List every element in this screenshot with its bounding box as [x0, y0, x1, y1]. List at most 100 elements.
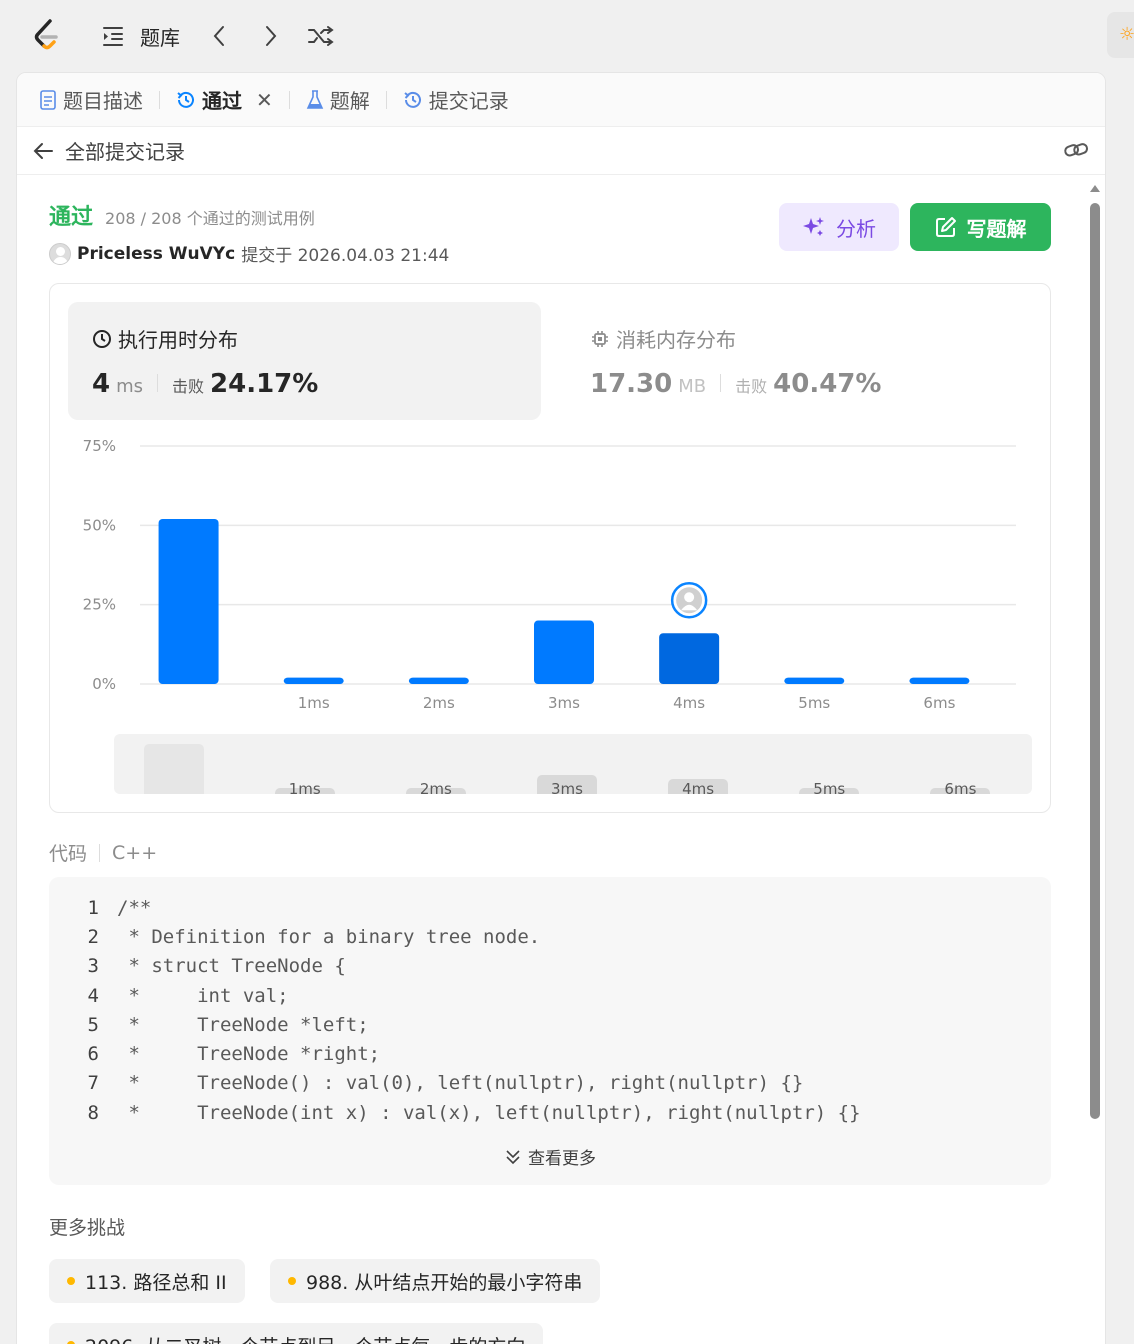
- runtime-distribution-chart[interactable]: 0% 25% 50% 75% 1ms 2ms 3ms 4ms 5ms 6ms: [66, 424, 1036, 724]
- tab-description[interactable]: 题目描述: [35, 73, 147, 127]
- avatar[interactable]: [49, 242, 71, 265]
- line-number: 1: [87, 896, 99, 919]
- top-navbar: 题库 ☼: [0, 0, 1134, 72]
- scrollbar[interactable]: [1088, 181, 1102, 1344]
- line-number: 2: [87, 925, 99, 948]
- code-line: 2 * Definition for a binary tree node.: [49, 922, 1051, 951]
- chart-bar[interactable]: [158, 518, 219, 684]
- copy-link-button[interactable]: [1063, 139, 1089, 165]
- code-line: 3 * struct TreeNode {: [49, 952, 1051, 981]
- write-solution-button[interactable]: 写题解: [910, 203, 1051, 251]
- code-language: C++: [112, 841, 158, 864]
- challenge-chip[interactable]: 988. 从叶结点开始的最小字符串: [270, 1259, 601, 1303]
- runtime-beat-label: 击败: [172, 377, 205, 396]
- stat-divider: [157, 374, 159, 392]
- tab-bar: 题目描述 通过 ✕ 题解 提交记录: [17, 73, 1105, 127]
- challenge-label: 113. 路径总和 II: [85, 1271, 227, 1294]
- history-icon: [404, 91, 421, 108]
- see-more-label: 查看更多: [528, 1149, 596, 1169]
- clock-icon: [93, 329, 111, 348]
- chart-bar[interactable]: [408, 677, 469, 684]
- memory-title: 消耗内存分布: [616, 328, 736, 352]
- challenge-label: 2096. 从二叉树一个节点到另一个节点每一步的方向: [85, 1332, 525, 1344]
- memory-value: 17.30: [590, 369, 673, 399]
- scroll-up-arrow[interactable]: [1090, 185, 1100, 192]
- testcases-passed: 208 / 208 个通过的测试用例: [105, 209, 315, 228]
- lightbulb-icon: ☼: [1119, 24, 1134, 45]
- overview-label: 1ms: [288, 780, 321, 798]
- chart-bar[interactable]: [534, 620, 594, 684]
- tab-divider: [288, 90, 290, 109]
- flask-icon: [306, 89, 324, 109]
- all-submissions-title: 全部提交记录: [65, 140, 185, 164]
- leetcode-logo[interactable]: [30, 18, 64, 54]
- runtime-title-row: 执行用时分布: [92, 324, 517, 353]
- scrollbar-thumb[interactable]: [1090, 203, 1100, 1119]
- runtime-card[interactable]: 执行用时分布 4 ms 击败 24.17%: [68, 302, 541, 420]
- chart-range-overview[interactable]: 1ms 2ms 3ms 4ms 5ms 6ms: [114, 734, 1032, 798]
- analyze-label: 分析: [836, 216, 876, 241]
- author-name[interactable]: Priceless WuVYc: [77, 244, 235, 264]
- difficulty-dot: [288, 1277, 296, 1285]
- code-line: 1 /**: [49, 893, 1051, 922]
- side-panel-toggle[interactable]: ☼: [1107, 12, 1134, 58]
- chevron-right-icon: [266, 26, 277, 46]
- code-text: * struct TreeNode {: [117, 955, 346, 978]
- random-problem-button[interactable]: [306, 22, 336, 50]
- prev-problem-button[interactable]: [206, 22, 232, 50]
- code-line: 7 * TreeNode() : val(0), left(nullptr), …: [49, 1069, 1051, 1098]
- code-text: * TreeNode *left;: [117, 1013, 369, 1036]
- code-block[interactable]: 1 /** 2 * Definition for a binary tree nod…: [49, 877, 1051, 1185]
- back-button[interactable]: [29, 137, 57, 165]
- chart-bar[interactable]: [659, 633, 720, 684]
- memory-unit: MB: [678, 376, 707, 397]
- chart-bar[interactable]: [784, 677, 845, 684]
- tab-submissions[interactable]: 提交记录: [399, 73, 513, 127]
- analyze-button[interactable]: 分析: [779, 203, 899, 251]
- double-chevron-down-icon: [506, 1149, 520, 1164]
- line-number: 5: [87, 1013, 99, 1036]
- memory-beat-label: 击败: [735, 377, 768, 396]
- code-divider: [99, 843, 101, 862]
- problem-bank-title[interactable]: 题库: [140, 22, 180, 51]
- next-problem-button[interactable]: [258, 22, 284, 50]
- chart-bar[interactable]: [909, 677, 970, 684]
- code-line: 6 * TreeNode *right;: [49, 1039, 1051, 1068]
- overview-label: 6ms: [944, 780, 977, 798]
- author-row: Priceless WuVYc 提交于 2026.04.03 21:44: [49, 241, 1051, 266]
- code-lines: 1 /** 2 * Definition for a binary tree nod…: [49, 893, 1051, 1127]
- memory-title-row: 消耗内存分布: [590, 324, 1015, 353]
- runtime-values: 4 ms 击败 24.17%: [92, 369, 517, 399]
- y-tick-label: 0%: [92, 675, 116, 693]
- see-more-button[interactable]: 查看更多: [49, 1144, 1051, 1169]
- runtime-unit: ms: [116, 376, 144, 397]
- sparkle-icon: [803, 217, 824, 236]
- x-tick-label: 2ms: [423, 694, 455, 712]
- close-icon[interactable]: ✕: [256, 88, 273, 112]
- x-tick-label: 5ms: [798, 694, 830, 712]
- memory-card[interactable]: 消耗内存分布 17.30 MB 击败 40.47%: [566, 302, 1039, 420]
- code-text: * int val;: [117, 984, 289, 1007]
- tab-accepted-label: 通过: [202, 89, 242, 113]
- tab-description-label: 题目描述: [63, 89, 143, 113]
- tab-solutions[interactable]: 题解: [302, 73, 374, 127]
- code-text: * TreeNode(int x) : val(x), left(nullptr…: [117, 1101, 861, 1124]
- accepted-status: 通过: [49, 205, 94, 230]
- line-number: 4: [87, 984, 99, 1007]
- code-line: 5 * TreeNode *left;: [49, 1010, 1051, 1039]
- stat-divider: [720, 374, 722, 392]
- x-tick-label: 6ms: [923, 694, 955, 712]
- runtime-beat-value: 24.17%: [210, 369, 319, 399]
- challenge-chip[interactable]: 113. 路径总和 II: [49, 1259, 245, 1303]
- problem-list-icon[interactable]: [100, 24, 126, 48]
- challenge-label: 988. 从叶结点开始的最小字符串: [306, 1271, 583, 1294]
- chart-bar[interactable]: [283, 677, 344, 684]
- link-icon: [1064, 143, 1089, 157]
- challenge-chip[interactable]: 2096. 从二叉树一个节点到另一个节点每一步的方向: [49, 1323, 544, 1344]
- avatar-head: [684, 592, 695, 603]
- tab-accepted[interactable]: 通过 ✕: [172, 73, 277, 127]
- edit-icon: [935, 217, 956, 237]
- chip-icon: [592, 330, 608, 347]
- tab-divider: [159, 90, 160, 109]
- x-tick-label: 4ms: [673, 694, 705, 712]
